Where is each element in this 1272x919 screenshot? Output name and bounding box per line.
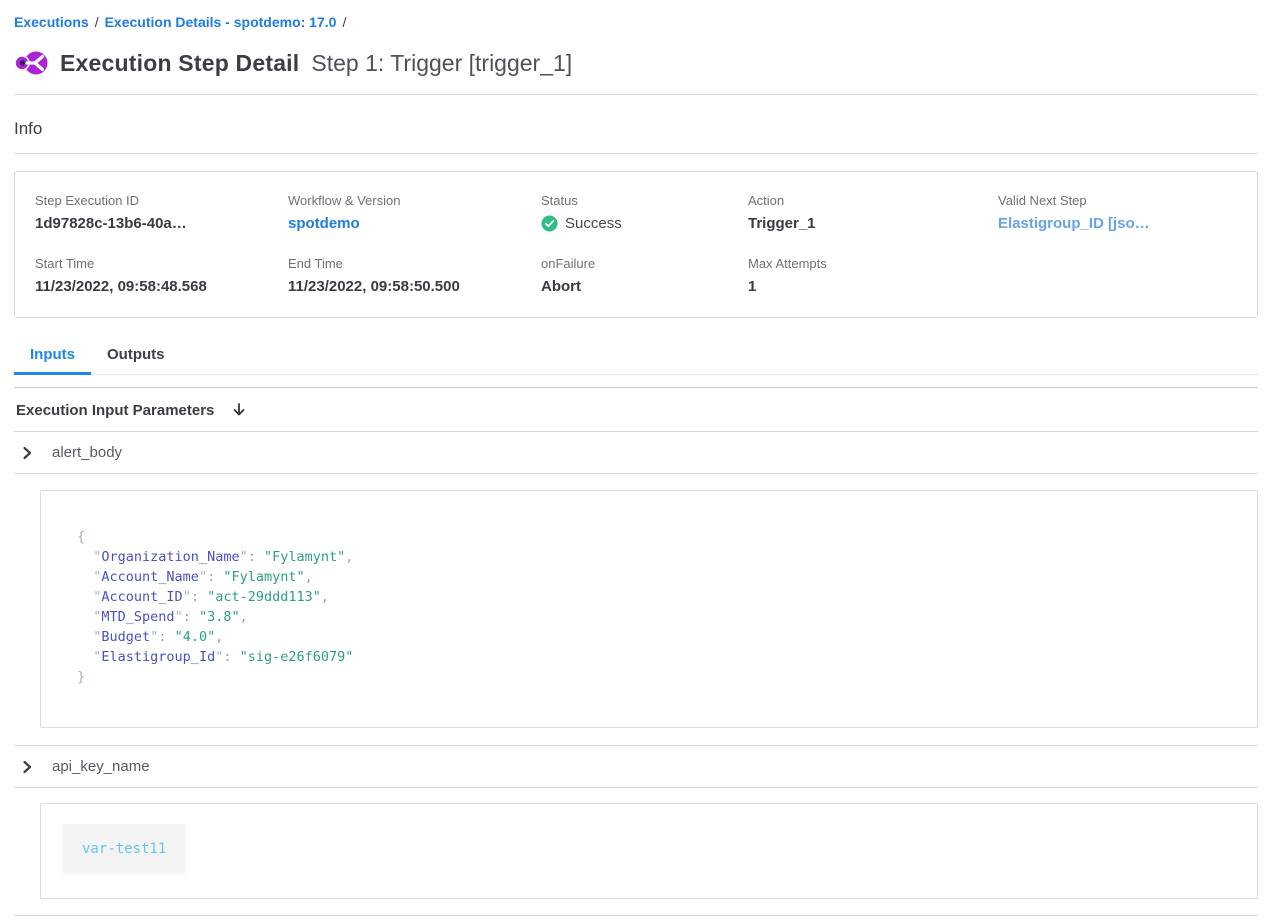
info-field: Status Success [541,193,748,232]
param-name[interactable]: api_key_name [52,758,150,775]
breadcrumb: Executions/Execution Details - spotdemo:… [14,0,1258,30]
info-field: End Time 11/23/2022, 09:58:50.500 [288,256,541,295]
info-field-label: Valid Next Step [998,193,1237,208]
info-field: Action Trigger_1 [748,193,998,232]
tab-bar: InputsOutputs [14,340,1258,375]
info-field: Workflow & Version spotdemo [288,193,541,232]
breadcrumb-link[interactable]: Execution Details - spotdemo: 17.0 [105,14,337,30]
fylamynt-logo-icon [14,48,48,78]
params-divider-2 [14,473,1258,474]
info-heading: Info [14,119,1258,139]
info-field [998,256,1237,295]
params-divider-4 [14,787,1258,788]
info-divider [14,153,1258,154]
chevron-right-icon[interactable] [20,446,34,460]
tab-outputs[interactable]: Outputs [91,340,181,375]
info-field-label: Status [541,193,748,208]
header-divider [14,94,1258,95]
info-field-label: onFailure [541,256,748,271]
info-field: Valid Next Step Elastigroup_ID [jso… [998,193,1237,232]
info-field-label: Workflow & Version [288,193,541,208]
info-field: Max Attempts 1 [748,256,998,295]
check-circle-icon [541,215,558,232]
chevron-right-icon[interactable] [20,760,34,774]
info-field: Start Time 11/23/2022, 09:58:48.568 [35,256,288,295]
download-arrow-icon[interactable] [230,401,248,419]
info-field-label: Action [748,193,998,208]
info-field-label: Start Time [35,256,288,271]
param-name[interactable]: alert_body [52,444,122,461]
param-row-alert-body: alert_body [14,432,1258,473]
info-field-value[interactable]: spotdemo [288,215,541,232]
api-key-name-value-box: var-test11 [40,803,1258,899]
tab-inputs[interactable]: Inputs [14,340,91,375]
info-field-label: Step Execution ID [35,193,288,208]
breadcrumb-separator: / [336,14,352,30]
alert-body-json-box: { "Organization_Name": "Fylamynt", "Acco… [40,490,1258,728]
info-field-value: 11/23/2022, 09:58:48.568 [35,278,288,295]
info-field-value: 11/23/2022, 09:58:50.500 [288,278,541,295]
page-title: Execution Step Detail [60,50,299,77]
param-row-api-key-name: api_key_name [14,746,1258,787]
info-field: Step Execution ID 1d97828c-13b6-40a… [35,193,288,232]
info-field-value: Abort [541,278,748,295]
execution-input-parameters-header: Execution Input Parameters [14,388,1258,431]
breadcrumb-link[interactable]: Executions [14,14,89,30]
execution-step-detail-page: Executions/Execution Details - spotdemo:… [0,0,1272,919]
execution-input-parameters-title: Execution Input Parameters [16,402,214,419]
json-code: { "Organization_Name": "Fylamynt", "Acco… [77,527,1237,687]
info-field-value: 1d97828c-13b6-40a… [35,215,288,232]
page-subtitle: Step 1: Trigger [trigger_1] [311,50,572,77]
info-card: Step Execution ID 1d97828c-13b6-40a…Workf… [14,171,1258,318]
info-field-value: Trigger_1 [748,215,998,232]
info-field-label: Max Attempts [748,256,998,271]
info-field-value[interactable]: Elastigroup_ID [jso… [998,215,1237,232]
breadcrumb-separator: / [89,14,105,30]
api-key-name-value: var-test11 [63,824,185,874]
page-header: Execution Step Detail Step 1: Trigger [t… [14,48,1258,78]
info-field: onFailure Abort [541,256,748,295]
info-field-value: 1 [748,278,998,295]
info-field-value: Success [541,215,748,232]
info-field-label: End Time [288,256,541,271]
